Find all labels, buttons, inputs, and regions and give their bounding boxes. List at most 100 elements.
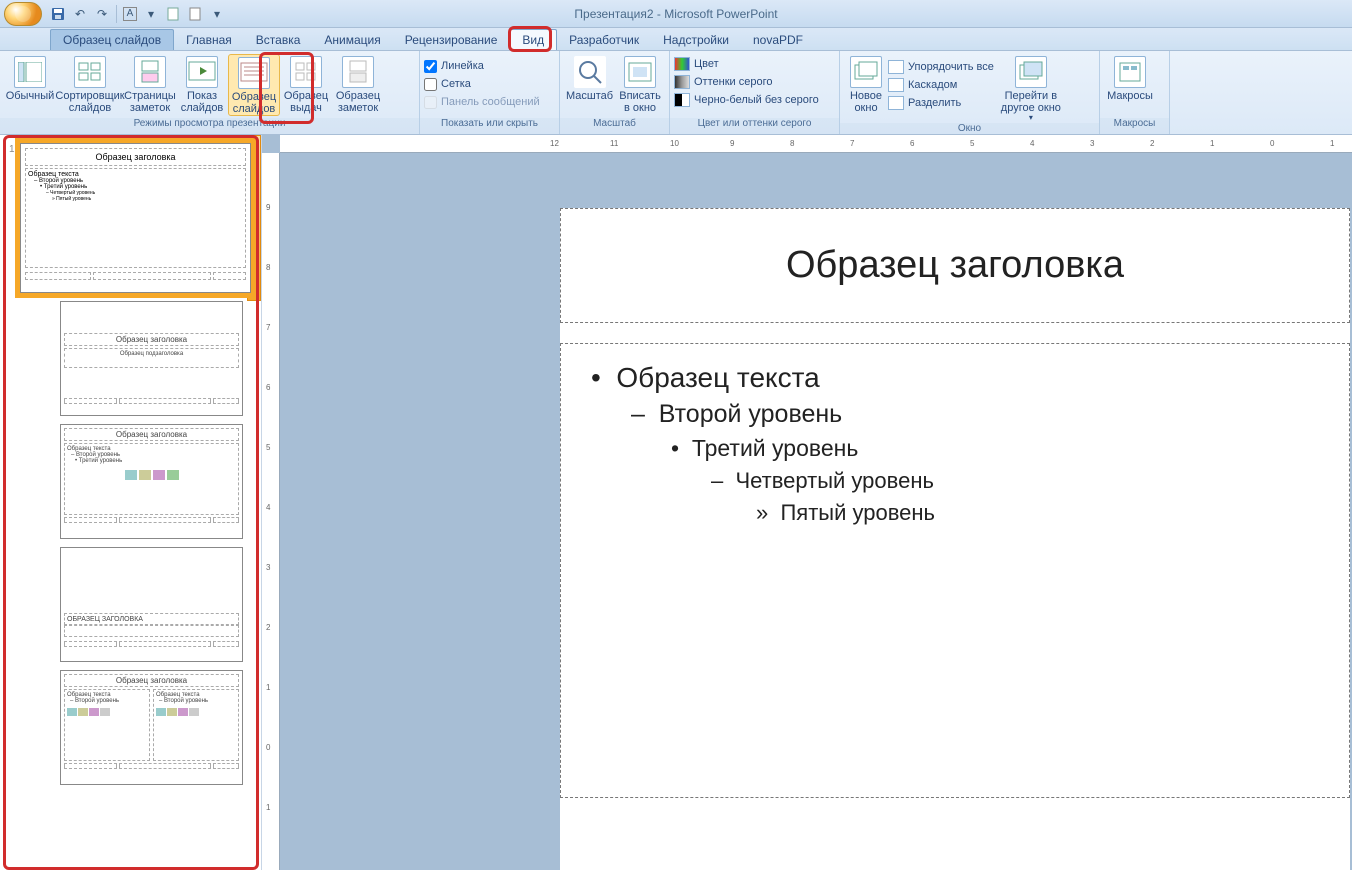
macros-button[interactable]: Макросы bbox=[1104, 54, 1156, 102]
newwin-label-2: окно bbox=[854, 102, 877, 114]
gray-label: Оттенки серого bbox=[694, 76, 772, 88]
tab-animation[interactable]: Анимация bbox=[312, 30, 392, 50]
tab-review[interactable]: Рецензирование bbox=[393, 30, 510, 50]
notesmaster-label-1: Образец bbox=[336, 90, 380, 102]
slide-master-editor[interactable]: Образец заголовка • Образец текста – Вто… bbox=[560, 208, 1350, 870]
group-window: Новое окно Упорядочить все Каскадом Разд… bbox=[840, 51, 1100, 134]
layout2-title: Образец заголовка bbox=[64, 428, 239, 441]
fit-label-1: Вписать bbox=[619, 90, 661, 102]
grid-label: Сетка bbox=[441, 78, 471, 90]
switch-label-1: Перейти в bbox=[1005, 90, 1058, 102]
title-placeholder[interactable]: Образец заголовка bbox=[560, 208, 1350, 323]
split-button[interactable]: Разделить bbox=[888, 94, 994, 112]
zoom-button[interactable]: Масштаб bbox=[564, 54, 615, 102]
tab-novapdf[interactable]: novaPDF bbox=[741, 30, 815, 50]
body-lvl3: • Третий уровень bbox=[671, 435, 1319, 462]
group-show-hide: Линейка Сетка Панель сообщений Показать … bbox=[420, 51, 560, 134]
quick-access-toolbar: ↶ ↷ A ▾ ▾ bbox=[50, 5, 225, 23]
edit-surface: 12 11 10 9 8 7 6 5 4 3 2 1 0 1 9 8 bbox=[262, 135, 1352, 870]
thumbnails-pane[interactable]: 1 Образец заголовка Образец текста – Вто… bbox=[0, 135, 262, 870]
notes-label-2: заметок bbox=[130, 102, 170, 114]
body-lvl2: – Второй уровень bbox=[631, 400, 1319, 429]
body-lvl1: • Образец текста bbox=[591, 362, 1319, 394]
tab-home[interactable]: Главная bbox=[174, 30, 244, 50]
arrange-all-button[interactable]: Упорядочить все bbox=[888, 58, 994, 76]
layout-thumbnail-2[interactable]: Образец заголовка Образец текста – Второ… bbox=[60, 424, 243, 539]
master-thumbnail[interactable]: 1 Образец заголовка Образец текста – Вто… bbox=[20, 143, 251, 293]
master-thumb-lvl1: Образец текста bbox=[28, 171, 243, 178]
slide-master-highlight bbox=[259, 52, 314, 124]
save-icon[interactable] bbox=[50, 6, 66, 22]
grid-checkbox[interactable] bbox=[424, 78, 437, 91]
cascade-label: Каскадом bbox=[908, 79, 957, 91]
switch-window-button[interactable]: Перейти в другое окно ▾ bbox=[994, 54, 1068, 123]
ruler-checkbox-row[interactable]: Линейка bbox=[424, 57, 484, 75]
title-text: Образец заголовка bbox=[786, 244, 1124, 287]
slideshow-label-2: слайдов bbox=[181, 102, 224, 114]
message-label: Панель сообщений bbox=[441, 96, 540, 108]
ruler-label: Линейка bbox=[441, 60, 484, 72]
bw-label: Черно-белый без серого bbox=[694, 94, 819, 106]
ruler-checkbox[interactable] bbox=[424, 60, 437, 73]
group-zoom: Масштаб Вписать в окно Масштаб bbox=[560, 51, 670, 134]
undo-icon[interactable]: ↶ bbox=[72, 6, 88, 22]
body-placeholder[interactable]: • Образец текста – Второй уровень • Трет… bbox=[560, 343, 1350, 798]
qat-doc2-icon[interactable] bbox=[187, 6, 203, 22]
views-group-label: Режимы просмотра презентации bbox=[0, 118, 419, 134]
fit-window-button[interactable]: Вписать в окно bbox=[615, 54, 665, 114]
tab-addins[interactable]: Надстройки bbox=[651, 30, 741, 50]
grayscale-button[interactable]: Оттенки серого bbox=[674, 73, 772, 91]
message-checkbox-row[interactable]: Панель сообщений bbox=[424, 93, 540, 111]
newwin-label-1: Новое bbox=[850, 90, 882, 102]
qat-doc1-icon[interactable] bbox=[165, 6, 181, 22]
layout4-title: Образец заголовка bbox=[64, 674, 239, 687]
layout3-title: ОБРАЗЕЦ ЗАГОЛОВКА bbox=[64, 613, 239, 625]
tab-developer[interactable]: Разработчик bbox=[557, 30, 651, 50]
slide-canvas[interactable]: Образец заголовка • Образец текста – Вто… bbox=[280, 153, 1352, 870]
group-presentation-views: Обычный Сортировщик слайдов Страницы зам… bbox=[0, 51, 420, 134]
ribbon-tabs: Образец слайдов Главная Вставка Анимация… bbox=[0, 28, 1352, 51]
zoom-label: Масштаб bbox=[566, 90, 613, 102]
bw-button[interactable]: Черно-белый без серого bbox=[674, 91, 819, 109]
split-label: Разделить bbox=[908, 97, 961, 109]
arrange-label: Упорядочить все bbox=[908, 61, 994, 73]
group-macros: Макросы Макросы bbox=[1100, 51, 1170, 134]
redo-icon[interactable]: ↷ bbox=[94, 6, 110, 22]
office-button[interactable] bbox=[4, 2, 42, 26]
normal-view-button[interactable]: Обычный bbox=[4, 54, 56, 102]
title-bar: ↶ ↷ A ▾ ▾ Презентация2 - Microsoft Power… bbox=[0, 0, 1352, 28]
slideshow-button[interactable]: Показ слайдов bbox=[176, 54, 228, 114]
tab-insert[interactable]: Вставка bbox=[244, 30, 313, 50]
window-group-label: Окно bbox=[840, 123, 1099, 134]
layout1-title: Образец заголовка bbox=[64, 333, 239, 346]
qat-separator bbox=[116, 5, 117, 23]
cascade-button[interactable]: Каскадом bbox=[888, 76, 994, 94]
qat-icon-a[interactable]: A bbox=[123, 7, 137, 21]
notesmaster-label-2: заметок bbox=[338, 102, 378, 114]
master-thumb-number: 1 bbox=[9, 144, 15, 155]
body-lvl5: » Пятый уровень bbox=[756, 500, 1319, 526]
new-window-button[interactable]: Новое окно bbox=[844, 54, 888, 114]
zoom-group-label: Масштаб bbox=[560, 118, 669, 134]
ribbon: Обычный Сортировщик слайдов Страницы зам… bbox=[0, 51, 1352, 135]
macros-group-label: Макросы bbox=[1100, 118, 1169, 134]
view-tab-highlight bbox=[508, 26, 552, 52]
horizontal-ruler[interactable]: 12 11 10 9 8 7 6 5 4 3 2 1 0 1 bbox=[280, 135, 1352, 153]
tab-slide-master[interactable]: Образец слайдов bbox=[50, 29, 174, 50]
sorter-label-1: Сортировщик bbox=[55, 90, 124, 102]
sorter-label-2: слайдов bbox=[69, 102, 112, 114]
layout-thumbnail-4[interactable]: Образец заголовка Образец текста – Второ… bbox=[60, 670, 243, 785]
window-title: Презентация2 - Microsoft PowerPoint bbox=[574, 7, 777, 21]
vertical-ruler[interactable]: 9 8 7 6 5 4 3 2 1 0 1 bbox=[262, 153, 280, 870]
slide-sorter-button[interactable]: Сортировщик слайдов bbox=[56, 54, 124, 114]
grid-checkbox-row[interactable]: Сетка bbox=[424, 75, 471, 93]
layout-thumbnail-3[interactable]: ОБРАЗЕЦ ЗАГОЛОВКА bbox=[60, 547, 243, 662]
notes-page-button[interactable]: Страницы заметок bbox=[124, 54, 176, 114]
color-button[interactable]: Цвет bbox=[674, 55, 719, 73]
main-area: 1 Образец заголовка Образец текста – Вто… bbox=[0, 135, 1352, 870]
qat-customize-icon[interactable]: ▾ bbox=[209, 6, 225, 22]
notes-label-1: Страницы bbox=[124, 90, 176, 102]
qat-dropdown-icon[interactable]: ▾ bbox=[143, 6, 159, 22]
notes-master-button[interactable]: Образец заметок bbox=[332, 54, 384, 114]
layout-thumbnail-1[interactable]: Образец заголовка Образец подзаголовка bbox=[60, 301, 243, 416]
